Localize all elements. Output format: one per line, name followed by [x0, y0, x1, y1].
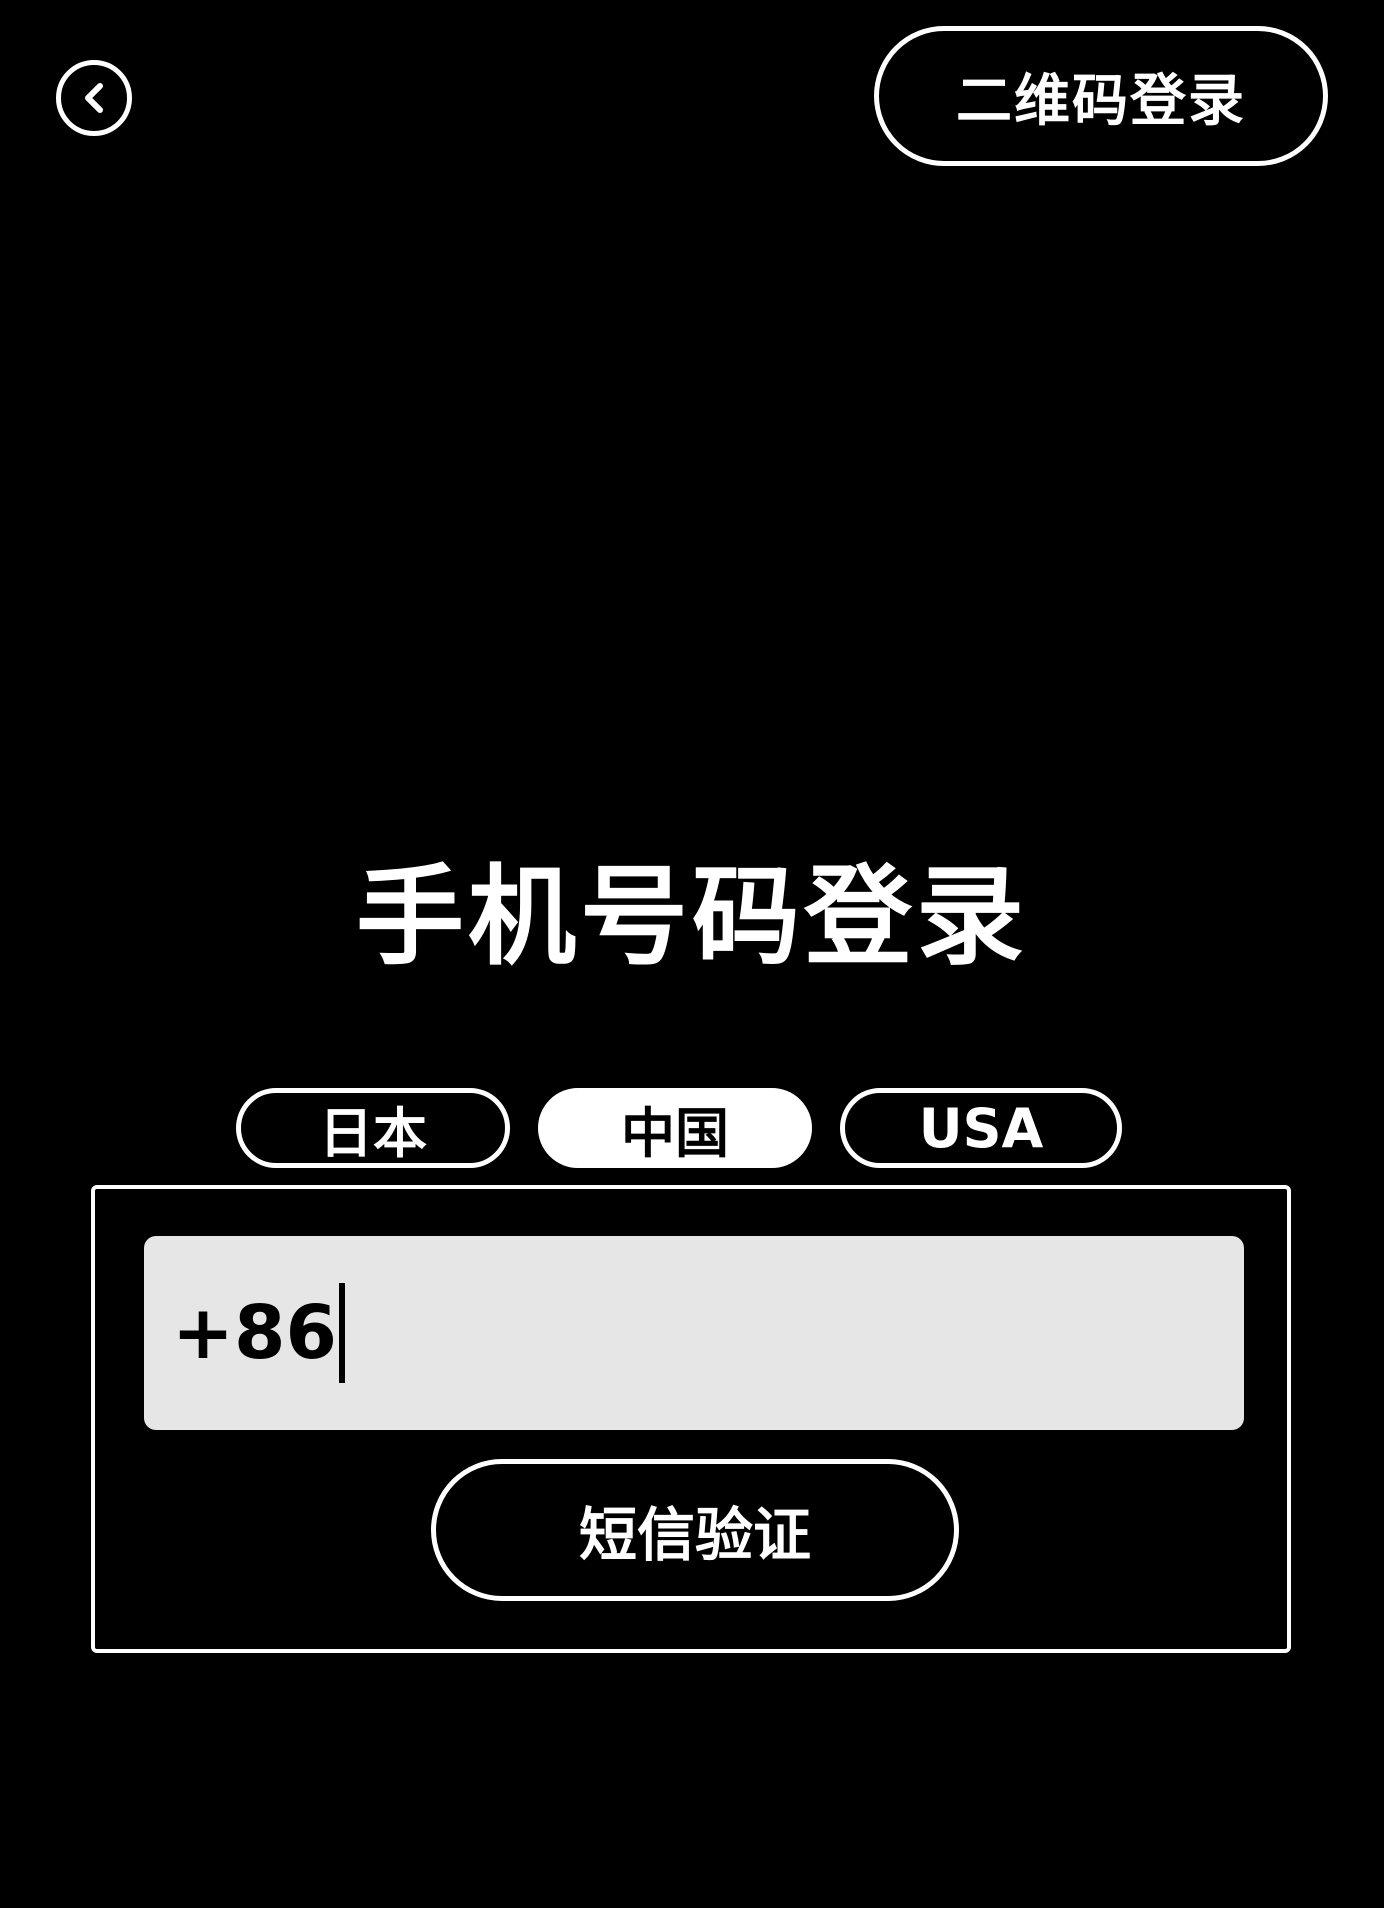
sms-verification-button[interactable]: 短信验证 [431, 1459, 959, 1601]
back-button[interactable] [56, 60, 132, 136]
tab-japan[interactable]: 日本 [236, 1088, 510, 1168]
region-tabs: 日本 中国 USA [0, 1088, 1384, 1168]
login-panel: +86 短信验证 [91, 1185, 1291, 1653]
phone-number-input[interactable]: +86 [144, 1236, 1244, 1430]
qr-code-login-button[interactable]: 二维码登录 [874, 26, 1328, 166]
tab-china[interactable]: 中国 [538, 1088, 812, 1168]
tab-usa[interactable]: USA [840, 1088, 1122, 1168]
phone-number-value: +86 [172, 1290, 337, 1376]
text-caret [338, 1283, 345, 1383]
chevron-left-icon [85, 83, 103, 113]
page-title: 手机号码登录 [355, 855, 1028, 980]
